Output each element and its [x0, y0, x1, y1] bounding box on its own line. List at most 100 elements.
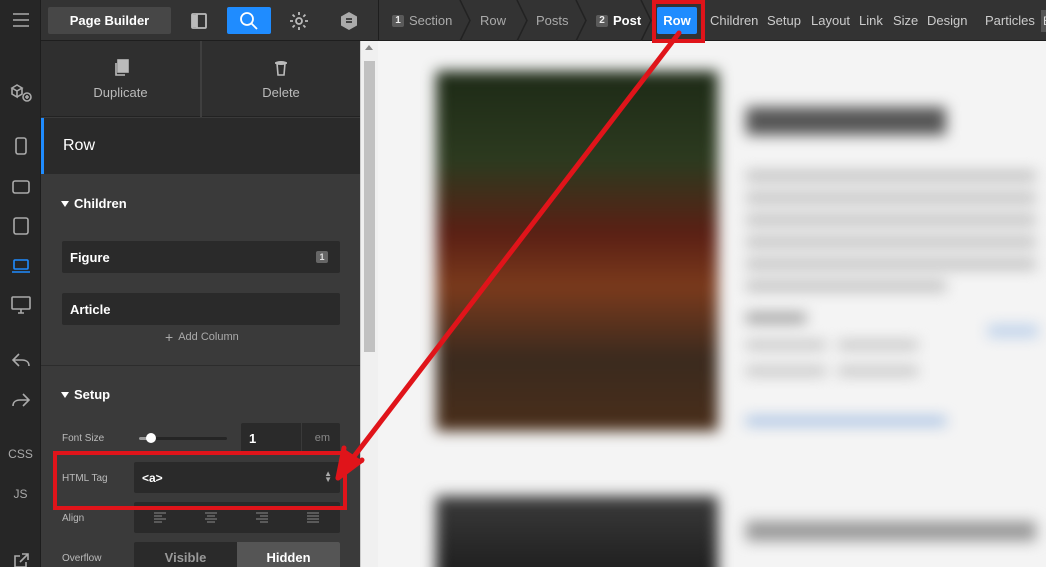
- gear-icon[interactable]: [277, 7, 321, 34]
- crumb-label: Post: [613, 13, 642, 28]
- breadcrumb-item-post[interactable]: 2 Post: [596, 0, 641, 41]
- duplicate-button[interactable]: Duplicate: [41, 41, 200, 117]
- child-label: Figure: [70, 249, 110, 265]
- duplicate-icon: [114, 58, 129, 76]
- blurred-meta: [838, 341, 918, 349]
- font-size-value: 1: [249, 431, 257, 446]
- crumb-number-badge: 2: [596, 14, 608, 27]
- blurred-heading: [746, 107, 946, 135]
- blurred-text-line: [746, 237, 1036, 247]
- child-item-figure[interactable]: Figure 1: [62, 241, 340, 273]
- tab-particles[interactable]: Particles: [985, 0, 1035, 41]
- font-size-slider-thumb[interactable]: [146, 433, 156, 443]
- breadcrumb-item-posts[interactable]: Posts: [536, 0, 569, 41]
- blurred-meta: [838, 367, 918, 375]
- blurred-featured-image: [436, 71, 718, 431]
- left-icon-rail: CSS JS: [0, 0, 41, 567]
- page-builder-title[interactable]: Page Builder: [48, 7, 171, 34]
- panel-scrollbar[interactable]: [360, 41, 378, 567]
- input-divider: [301, 423, 302, 453]
- tab-setup[interactable]: Setup: [767, 0, 801, 41]
- breadcrumb-separator-icon: [640, 0, 652, 41]
- crumb-number-badge: 1: [392, 14, 404, 27]
- css-label: CSS: [8, 447, 33, 461]
- duplicate-label: Duplicate: [93, 84, 148, 100]
- search-icon[interactable]: [227, 7, 271, 34]
- laptop-view-icon[interactable]: [0, 254, 41, 278]
- trash-icon: [275, 60, 287, 76]
- delete-button[interactable]: Delete: [202, 41, 360, 117]
- overflow-label: Overflow: [62, 553, 102, 564]
- tab-children[interactable]: Children: [710, 0, 758, 41]
- expand-triangle-icon: [61, 200, 69, 207]
- blurred-text-line: [746, 215, 1036, 225]
- font-size-input[interactable]: 1 em: [241, 423, 340, 453]
- breadcrumb: 1 Section Row Posts 2 Post Row Children …: [378, 0, 1046, 41]
- panel-scrollbar-thumb[interactable]: [364, 61, 375, 352]
- add-column-label: Add Column: [178, 331, 239, 343]
- blurred-meta: [746, 367, 826, 375]
- desktop-view-icon[interactable]: [0, 293, 41, 317]
- overflow-visible-option[interactable]: Visible: [134, 542, 237, 567]
- crumb-label: Posts: [536, 13, 569, 28]
- crumb-label: Section: [409, 13, 453, 28]
- tab-link[interactable]: Link: [859, 0, 883, 41]
- section-divider: [41, 365, 360, 366]
- toggle-sidebar-icon[interactable]: [177, 7, 221, 34]
- css-editor-button[interactable]: CSS: [0, 444, 41, 464]
- blurred-link: [746, 417, 946, 425]
- tab-layout[interactable]: Layout: [811, 0, 850, 41]
- top-bar: Page Builder 1 Section Row Posts 2 Post …: [41, 0, 1046, 41]
- children-section-title: Children: [74, 196, 127, 211]
- breadcrumb-item-section[interactable]: 1 Section: [392, 0, 452, 41]
- child-item-article[interactable]: Article: [62, 293, 340, 325]
- undo-icon[interactable]: [0, 348, 41, 372]
- add-element-cubes-icon[interactable]: [0, 80, 41, 106]
- setup-section-toggle[interactable]: Setup: [61, 387, 110, 402]
- breadcrumb-separator-icon: [516, 0, 528, 41]
- blurred-badge: [988, 325, 1038, 337]
- page-preview[interactable]: [378, 41, 1046, 567]
- overflow-hidden-option[interactable]: Hidden: [237, 542, 340, 567]
- child-count-badge: 1: [316, 251, 328, 263]
- scroll-up-arrow-icon[interactable]: [365, 45, 373, 50]
- blurred-preview-content: [378, 41, 1046, 567]
- expand-triangle-icon: [61, 391, 69, 398]
- blurred-meta: [746, 313, 806, 323]
- js-editor-button[interactable]: JS: [0, 484, 41, 504]
- hamburger-menu-icon[interactable]: [0, 8, 41, 32]
- blurred-text-line: [746, 259, 1036, 269]
- tab-size[interactable]: Size: [893, 0, 918, 41]
- blurred-meta: [746, 341, 826, 349]
- blurred-text-line: [746, 281, 946, 291]
- overflow-toggle: Visible Hidden: [134, 542, 340, 567]
- phone-landscape-view-icon[interactable]: [0, 175, 41, 199]
- phone-portrait-view-icon[interactable]: [0, 134, 41, 158]
- external-link-icon[interactable]: [0, 552, 41, 567]
- redo-icon[interactable]: [0, 388, 41, 412]
- font-size-label: Font Size: [62, 433, 105, 444]
- breadcrumb-item-row[interactable]: Row: [480, 0, 506, 41]
- setup-section-title: Setup: [74, 387, 111, 402]
- element-header: Row: [41, 118, 360, 174]
- font-size-unit[interactable]: em: [315, 432, 330, 444]
- annotation-highlight-row-tab: [652, 0, 705, 43]
- breadcrumb-separator-icon: [575, 0, 587, 41]
- hexagon-badge-icon[interactable]: [327, 7, 371, 34]
- crumb-label: Row: [480, 13, 507, 28]
- tab-overflow-partial[interactable]: E: [1041, 10, 1046, 32]
- blurred-second-image: [436, 496, 718, 567]
- child-label: Article: [70, 301, 111, 317]
- action-bar: Duplicate Delete: [41, 41, 360, 117]
- breadcrumb-separator-icon: [459, 0, 471, 41]
- delete-label: Delete: [262, 84, 300, 100]
- blurred-heading: [746, 521, 1036, 541]
- tablet-view-icon[interactable]: [0, 214, 41, 238]
- add-column-button[interactable]: + Add Column: [165, 329, 239, 345]
- children-section-toggle[interactable]: Children: [61, 196, 127, 211]
- blurred-text-line: [746, 193, 1036, 203]
- blurred-text-line: [746, 171, 1036, 181]
- js-label: JS: [13, 487, 28, 501]
- align-label: Align: [62, 513, 85, 524]
- tab-design[interactable]: Design: [927, 0, 967, 41]
